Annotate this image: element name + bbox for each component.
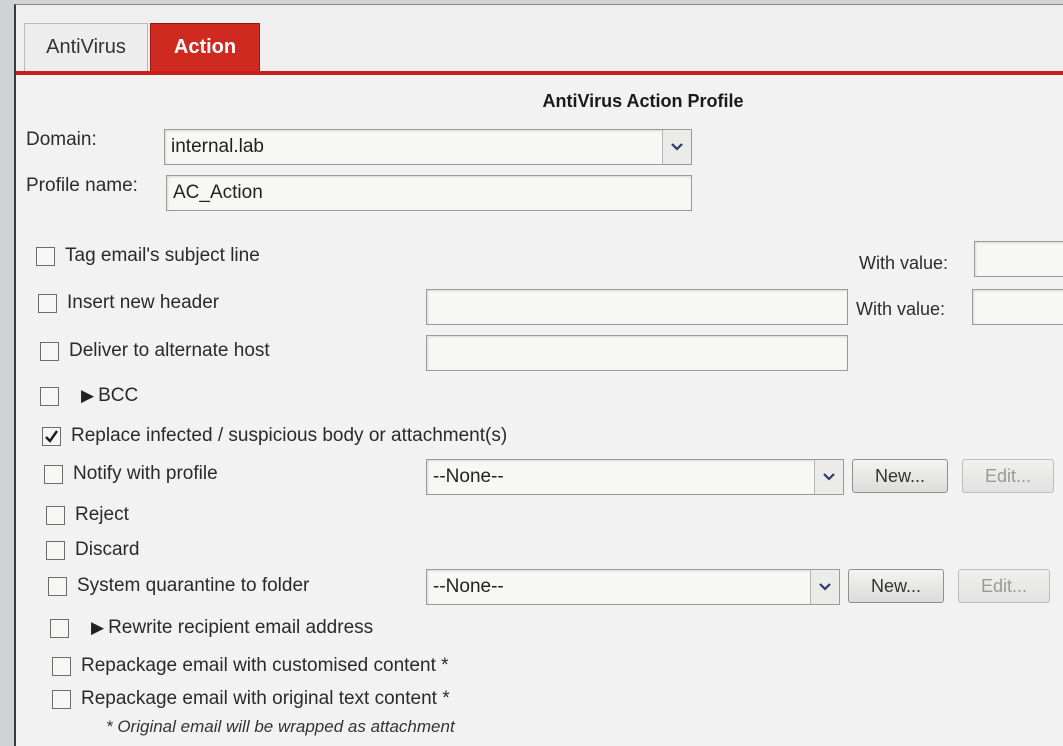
- insert-header-checkbox[interactable]: [38, 293, 57, 313]
- tab-action[interactable]: Action: [150, 23, 260, 71]
- deliver-alternate-label: Deliver to alternate host: [69, 340, 270, 361]
- replace-infected-label: Replace infected / suspicious body or at…: [71, 425, 508, 446]
- repackage-original-option[interactable]: Repackage email with original text conte…: [52, 688, 450, 710]
- reject-option[interactable]: Reject: [46, 504, 129, 526]
- repackage-original-label: Repackage email with original text conte…: [81, 688, 450, 709]
- page-title: AntiVirus Action Profile: [542, 91, 744, 111]
- repackage-custom-option[interactable]: Repackage email with customised content …: [52, 655, 449, 677]
- repackage-custom-checkbox[interactable]: [52, 656, 71, 676]
- notify-new-button[interactable]: New...: [852, 459, 948, 493]
- quarantine-new-button[interactable]: New...: [848, 569, 944, 603]
- quarantine-edit-button[interactable]: Edit...: [958, 569, 1050, 603]
- triangle-right-icon[interactable]: ▶: [81, 386, 94, 406]
- rewrite-recipient-checkbox[interactable]: [50, 618, 69, 638]
- bcc-checkbox[interactable]: [40, 386, 59, 406]
- reject-checkbox[interactable]: [46, 505, 65, 525]
- alternate-host-input[interactable]: [426, 335, 848, 371]
- tag-subject-with-value-label: With value:: [859, 253, 949, 273]
- footnote: * Original email will be wrapped as atta…: [106, 717, 455, 736]
- domain-value: internal.lab: [171, 136, 264, 157]
- chevron-down-icon[interactable]: [814, 460, 843, 494]
- replace-infected-checkbox[interactable]: [42, 426, 61, 446]
- discard-checkbox[interactable]: [46, 540, 65, 560]
- triangle-right-icon[interactable]: ▶: [91, 618, 104, 638]
- notify-edit-button[interactable]: Edit...: [962, 459, 1054, 493]
- quarantine-folder-select-value: --None--: [433, 576, 504, 597]
- discard-label: Discard: [75, 539, 140, 560]
- deliver-alternate-checkbox[interactable]: [40, 341, 59, 361]
- bcc-label: BCC: [98, 385, 139, 406]
- discard-option[interactable]: Discard: [46, 539, 139, 561]
- insert-header-value-input[interactable]: [972, 289, 1063, 325]
- profile-name-label: Profile name:: [26, 175, 138, 196]
- repackage-original-checkbox[interactable]: [52, 689, 71, 709]
- check-icon: [45, 429, 58, 443]
- insert-header-label: Insert new header: [67, 292, 220, 313]
- system-quarantine-option[interactable]: System quarantine to folder: [48, 575, 309, 597]
- notify-profile-option[interactable]: Notify with profile: [44, 463, 218, 485]
- domain-select[interactable]: internal.lab: [164, 129, 692, 165]
- insert-header-with-value-label: With value:: [856, 299, 946, 319]
- tab-antivirus[interactable]: AntiVirus: [24, 23, 148, 71]
- action-profile-panel: AntiVirus Action AntiVirus Action Profil…: [14, 4, 1063, 746]
- repackage-custom-label: Repackage email with customised content …: [81, 655, 449, 676]
- profile-name-input[interactable]: AC_Action: [166, 175, 692, 211]
- insert-header-name-input[interactable]: [426, 289, 848, 325]
- bcc-option[interactable]: ▶ BCC: [40, 385, 138, 407]
- rewrite-recipient-label: Rewrite recipient email address: [108, 617, 374, 638]
- deliver-alternate-option[interactable]: Deliver to alternate host: [40, 340, 270, 362]
- notify-profile-checkbox[interactable]: [44, 464, 63, 484]
- reject-label: Reject: [75, 504, 129, 525]
- domain-label: Domain:: [26, 129, 97, 150]
- insert-header-option[interactable]: Insert new header: [38, 292, 219, 314]
- rewrite-recipient-option[interactable]: ▶ Rewrite recipient email address: [50, 617, 373, 639]
- notify-profile-select-value: --None--: [433, 466, 504, 487]
- chevron-down-icon[interactable]: [662, 130, 691, 164]
- system-quarantine-label: System quarantine to folder: [77, 575, 310, 596]
- replace-infected-option[interactable]: Replace infected / suspicious body or at…: [42, 425, 507, 447]
- notify-profile-label: Notify with profile: [73, 463, 218, 484]
- quarantine-folder-select[interactable]: --None--: [426, 569, 840, 605]
- tag-subject-checkbox[interactable]: [36, 246, 55, 266]
- chevron-down-icon[interactable]: [810, 570, 839, 604]
- tab-underline: [16, 71, 1063, 75]
- tag-subject-value-input[interactable]: [974, 241, 1063, 277]
- notify-profile-select[interactable]: --None--: [426, 459, 844, 495]
- tag-subject-option[interactable]: Tag email's subject line: [36, 245, 260, 267]
- system-quarantine-checkbox[interactable]: [48, 576, 67, 596]
- tab-bar: AntiVirus Action: [16, 5, 1063, 75]
- tag-subject-label: Tag email's subject line: [65, 245, 260, 266]
